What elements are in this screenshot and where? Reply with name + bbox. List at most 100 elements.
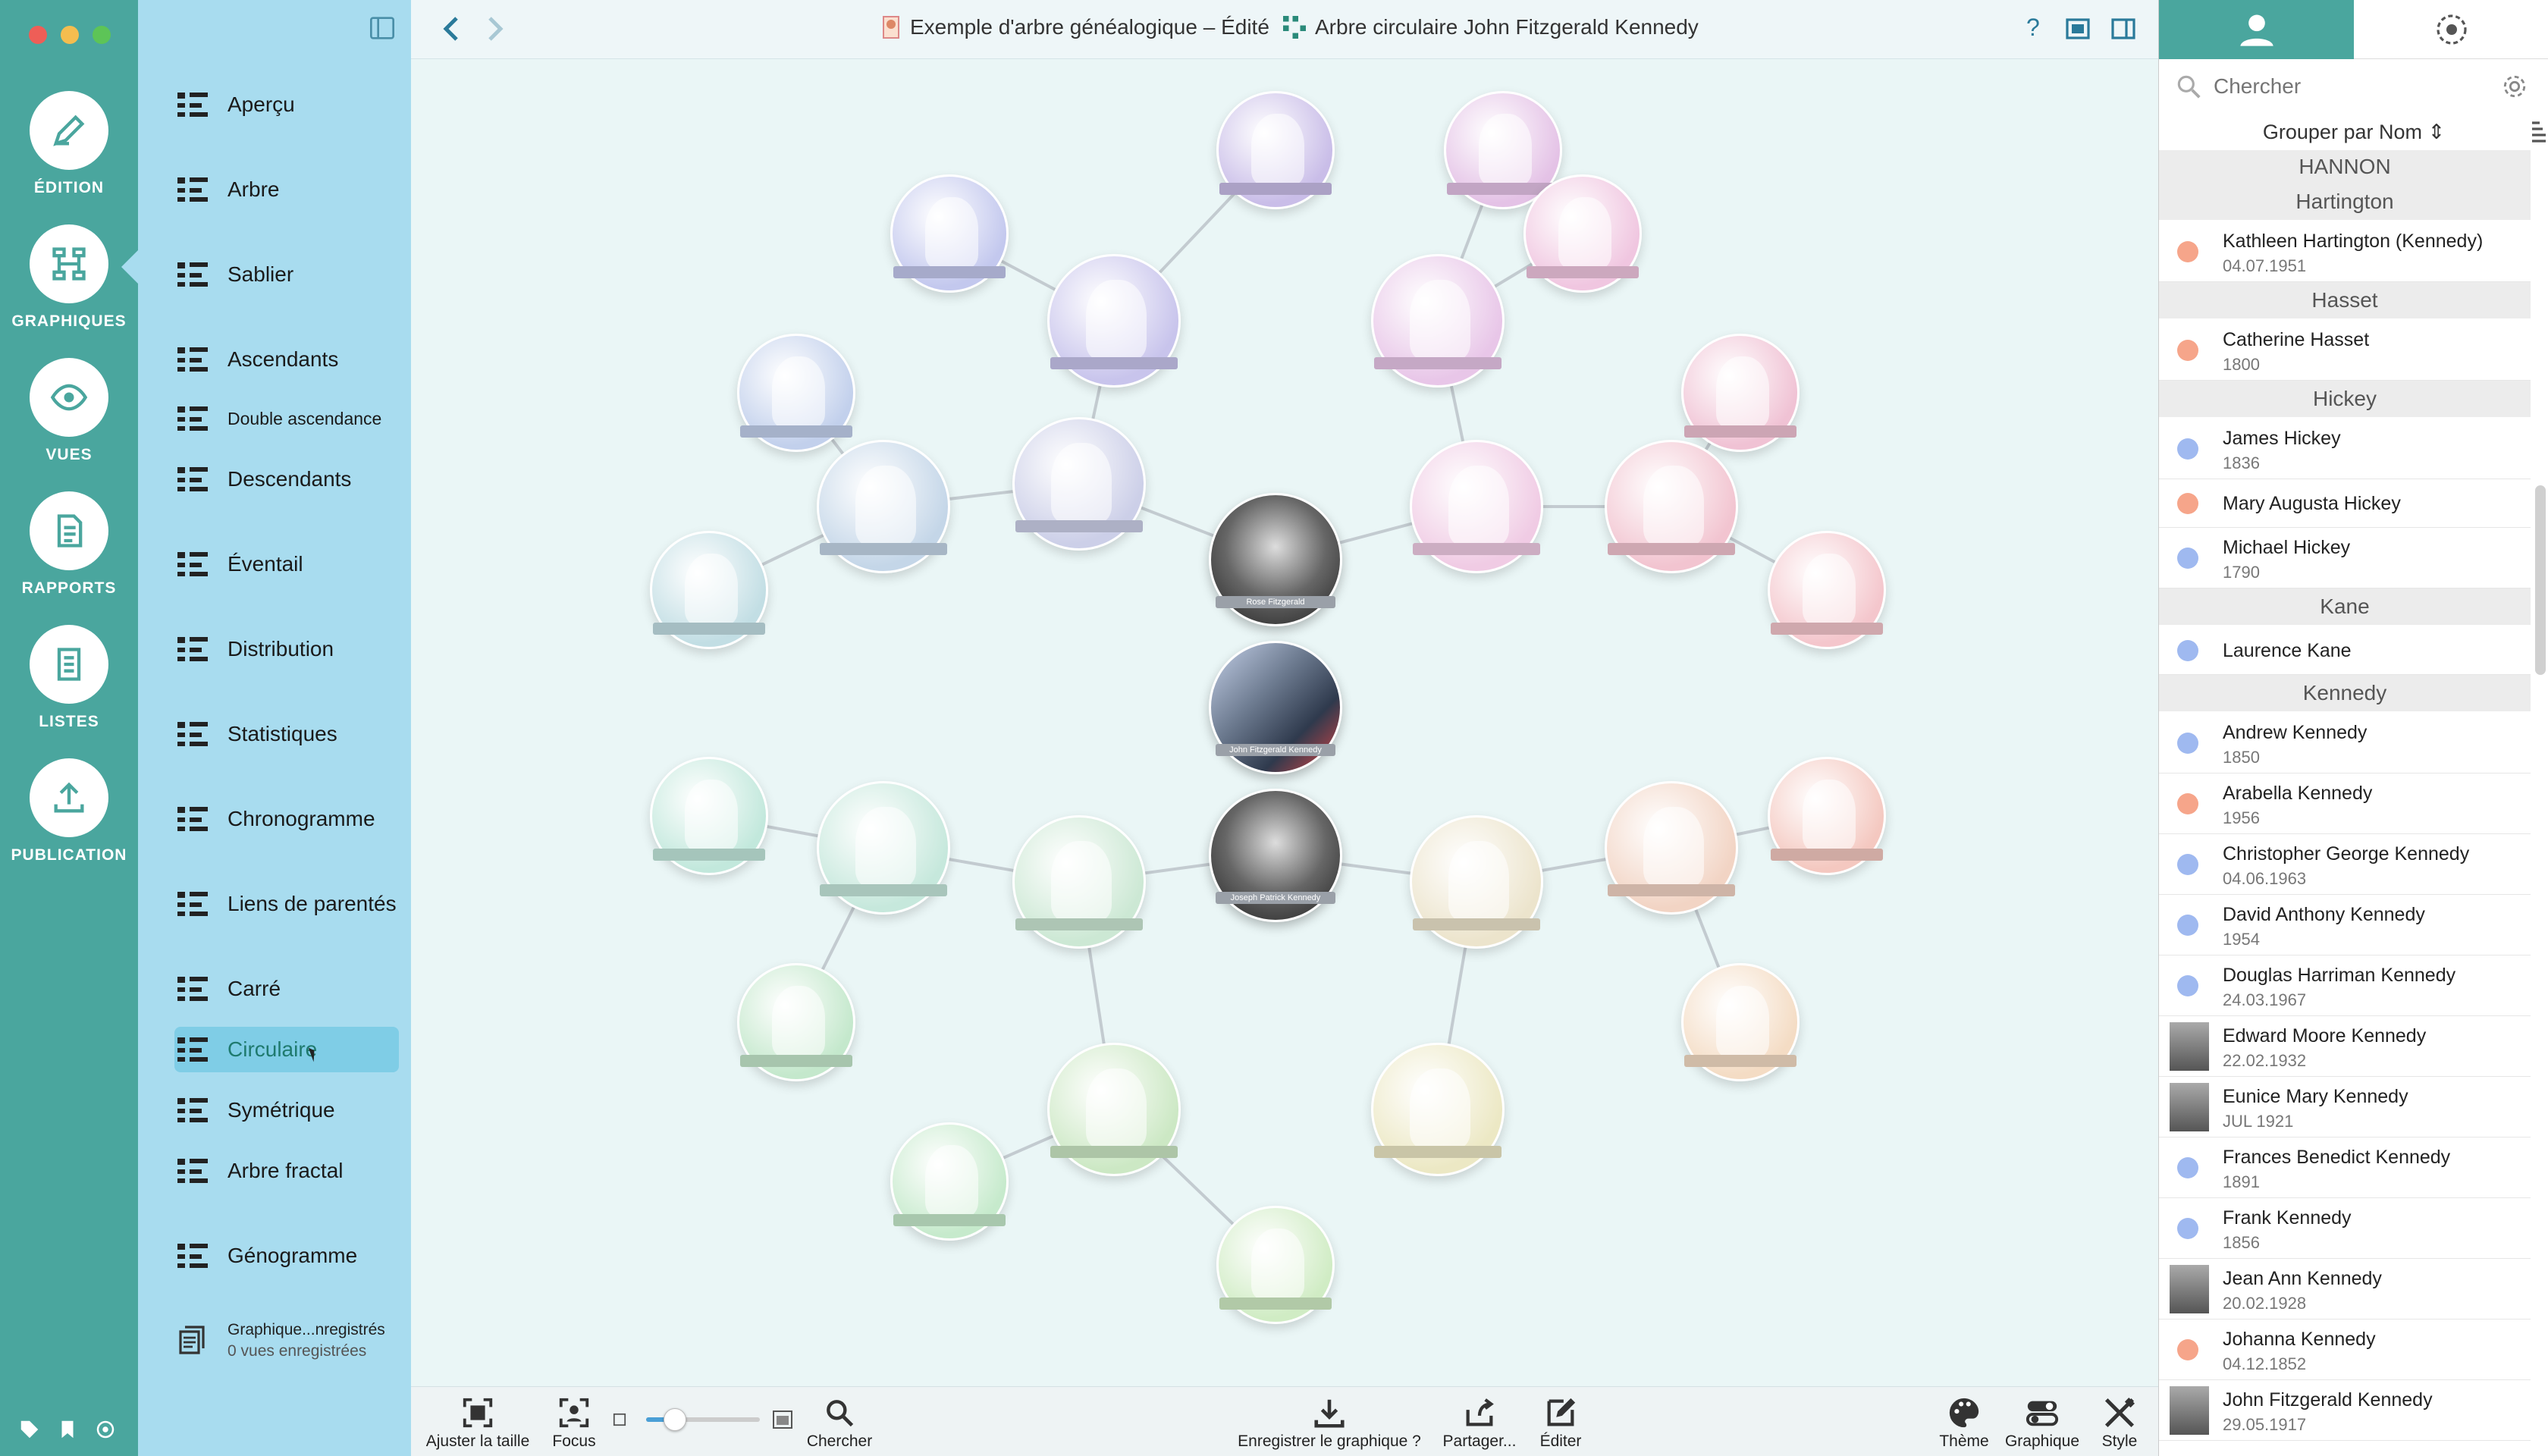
- ancestor-node[interactable]: [817, 440, 950, 596]
- person-row[interactable]: Kathleen Hartington (Kennedy) 04.07.1951: [2159, 221, 2531, 282]
- zoom-in-icon[interactable]: [772, 1410, 793, 1429]
- person-row[interactable]: Arabella Kennedy 1956: [2159, 774, 2531, 834]
- toggle-switches-icon: [2026, 1401, 2059, 1426]
- edit-button[interactable]: Éditer: [1523, 1393, 1599, 1451]
- rail-listes-button[interactable]: LISTES: [0, 625, 138, 746]
- ancestor-node[interactable]: [890, 174, 1009, 315]
- graph-settings-button[interactable]: Graphique: [2000, 1393, 2084, 1451]
- search-chart-button[interactable]: Chercher: [805, 1393, 874, 1451]
- person-row[interactable]: Johanna Kennedy 04.12.1852: [2159, 1320, 2531, 1380]
- tab-focus[interactable]: [2354, 0, 2548, 59]
- ancestor-node[interactable]: [1410, 440, 1543, 596]
- forward-icon[interactable]: [487, 15, 505, 42]
- person-row[interactable]: Christopher George Kennedy 04.06.1963: [2159, 834, 2531, 895]
- menu-item-circular[interactable]: Circulaire: [174, 1027, 399, 1072]
- ancestor-node[interactable]: [890, 1122, 1009, 1263]
- tree-icon: [174, 173, 211, 206]
- chart-toolbar: Ajuster la taille Focus Chercher Enregis…: [411, 1386, 2158, 1456]
- ancestor-node[interactable]: [650, 757, 768, 898]
- person-row[interactable]: Andrew Kennedy 1850: [2159, 713, 2531, 774]
- person-row[interactable]: Frances Benedict Kennedy 1891: [2159, 1138, 2531, 1198]
- person-photo: [2170, 1265, 2209, 1313]
- sort-icon[interactable]: [2531, 120, 2546, 143]
- rail-graphiques-button[interactable]: GRAPHIQUES: [0, 224, 138, 346]
- group-by-selector[interactable]: Grouper par Nom ⇕: [2159, 114, 2548, 150]
- rail-edition-button[interactable]: ÉDITION: [0, 91, 138, 212]
- ancestor-node[interactable]: [1047, 254, 1181, 410]
- person-row[interactable]: Mary Augusta Hickey: [2159, 479, 2531, 528]
- ancestor-node[interactable]: [1410, 815, 1543, 971]
- ancestor-node[interactable]: [1216, 91, 1335, 232]
- rail-vues-button[interactable]: VUES: [0, 358, 138, 479]
- ancestor-node[interactable]: [817, 781, 950, 937]
- fit-size-button[interactable]: Ajuster la taille: [423, 1393, 532, 1451]
- ancestor-node[interactable]: [1605, 781, 1738, 937]
- person-row[interactable]: David Anthony Kennedy 1954: [2159, 895, 2531, 956]
- report-icon: [57, 514, 83, 548]
- person-row[interactable]: Jean Ann Kennedy 20.02.1928: [2159, 1259, 2531, 1320]
- zoom-window-button[interactable]: [93, 26, 111, 44]
- ancestor-node[interactable]: [1768, 531, 1886, 672]
- bookmark-icon[interactable]: [56, 1418, 79, 1441]
- zoom-slider[interactable]: [646, 1408, 760, 1431]
- focus-button[interactable]: Focus: [548, 1393, 601, 1451]
- minimize-window-button[interactable]: [61, 26, 79, 44]
- ancestor-node[interactable]: [650, 531, 768, 672]
- ancestor-node[interactable]: [1012, 815, 1146, 971]
- people-search[interactable]: [2167, 64, 2541, 109]
- head-silhouette-icon: [1448, 840, 1509, 921]
- ancestor-node[interactable]: [1371, 254, 1505, 410]
- ancestor-node[interactable]: [1605, 440, 1738, 596]
- person-row[interactable]: Frank Kennedy 1856: [2159, 1198, 2531, 1259]
- inspector-toggle-icon[interactable]: [2111, 18, 2135, 39]
- search-chart-label: Chercher: [806, 1432, 873, 1450]
- person-row[interactable]: John Fitzgerald Kennedy 29.05.1917: [2159, 1380, 2531, 1441]
- help-button[interactable]: ?: [2026, 14, 2040, 42]
- ancestor-node[interactable]: [737, 963, 855, 1104]
- person-name: Laurence Kane: [2223, 640, 2352, 661]
- ancestor-node[interactable]: [1216, 1206, 1335, 1347]
- tab-people[interactable]: [2159, 0, 2354, 59]
- share-button[interactable]: Partager...: [1438, 1393, 1521, 1451]
- person-row[interactable]: Catherine Hasset 1800: [2159, 320, 2531, 381]
- person-row[interactable]: James Hickey 1836: [2159, 419, 2531, 479]
- ancestor-node[interactable]: [1768, 757, 1886, 898]
- zoom-out-icon[interactable]: [613, 1413, 626, 1426]
- people-search-input[interactable]: [2214, 74, 2502, 99]
- ancestor-node[interactable]: [1681, 963, 1800, 1104]
- menu-item-label: Carré: [228, 977, 281, 1000]
- rail-rapports-button[interactable]: RAPPORTS: [0, 491, 138, 613]
- back-icon[interactable]: [441, 15, 460, 42]
- people-list-scrollbar[interactable]: [2535, 485, 2546, 675]
- person-row[interactable]: Michael Hickey 1790: [2159, 528, 2531, 588]
- zoom-slider-knob[interactable]: [663, 1408, 686, 1431]
- person-row[interactable]: Eunice Mary Kennedy JUL 1921: [2159, 1077, 2531, 1138]
- chart-canvas[interactable]: Rose Fitzgerald John Fitzgerald Kennedy Jo…: [411, 59, 2158, 1386]
- ancestor-node[interactable]: [1371, 1043, 1505, 1199]
- name-banner: [1608, 884, 1735, 897]
- close-window-button[interactable]: [29, 26, 47, 44]
- person-photo: [2170, 1022, 2209, 1071]
- style-button[interactable]: Style: [2093, 1393, 2146, 1451]
- group-header: HANNON: [2159, 150, 2531, 184]
- sidebar-toggle-icon[interactable]: [370, 17, 394, 39]
- father-node[interactable]: Joseph Patrick Kennedy: [1209, 789, 1342, 945]
- root-person-node[interactable]: John Fitzgerald Kennedy: [1209, 641, 1342, 797]
- person-row[interactable]: Douglas Harriman Kennedy 24.03.1967: [2159, 956, 2531, 1016]
- group-header: Hasset: [2159, 282, 2531, 318]
- menu-item-label: Symétrique: [228, 1098, 335, 1122]
- gear-icon[interactable]: [2502, 74, 2528, 99]
- ancestor-node[interactable]: [1047, 1043, 1181, 1199]
- saved-charts-item[interactable]: Graphique...nregistrés 0 vues enregistré…: [174, 1321, 385, 1360]
- mother-node[interactable]: Rose Fitzgerald: [1209, 493, 1342, 649]
- rail-publication-button[interactable]: PUBLICATION: [0, 758, 138, 880]
- ancestor-node[interactable]: [1012, 417, 1146, 573]
- person-row[interactable]: Edward Moore Kennedy 22.02.1932: [2159, 1016, 2531, 1077]
- window-mode-icon[interactable]: [2066, 18, 2090, 39]
- ancestor-node[interactable]: [1523, 174, 1642, 315]
- person-row[interactable]: Laurence Kane: [2159, 626, 2531, 675]
- theme-button[interactable]: Thème: [1934, 1393, 1994, 1451]
- sync-icon[interactable]: [94, 1418, 117, 1441]
- save-chart-button[interactable]: Enregistrer le graphique ?: [1235, 1393, 1424, 1451]
- tag-icon[interactable]: [18, 1418, 41, 1441]
